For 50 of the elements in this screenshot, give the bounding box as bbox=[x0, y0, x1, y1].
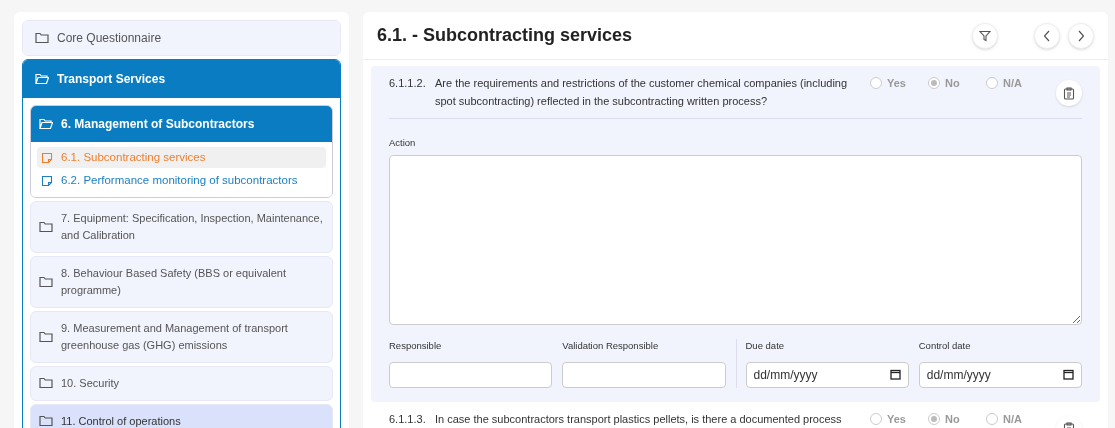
sidebar-item[interactable]: 9. Measurement and Management of transport greenhouse gas (GHG) emissions bbox=[30, 310, 333, 363]
date-field[interactable]: dd/mm/yyyy bbox=[918, 361, 1082, 388]
sidebar-item[interactable]: 7. Equipment: Specification, Inspection, Maintenance, and Calibration bbox=[30, 200, 333, 253]
folder-icon bbox=[39, 377, 53, 389]
folder-icon bbox=[35, 32, 49, 44]
question-text: In case the subcontractors transport plastics pellets, is there a documented process bbox=[435, 411, 843, 427]
text-field[interactable] bbox=[389, 361, 553, 388]
sidebar-item[interactable]: 6. Management of Subcontractors bbox=[31, 106, 332, 142]
question-text: Are the requirements and restrictions of the customer chemical companies (including spot subcontracting) reflected in the subcontracting written process? bbox=[435, 76, 849, 109]
page-icon bbox=[41, 151, 53, 164]
sidebar-item[interactable]: Core Questionnaire bbox=[23, 21, 340, 55]
page-title: 6.1. - Subcontracting services bbox=[377, 24, 633, 47]
field-label: Due date bbox=[745, 339, 786, 354]
calendar-icon bbox=[1063, 368, 1074, 380]
field-label: Responsible bbox=[389, 339, 443, 354]
text-field[interactable] bbox=[562, 361, 726, 388]
sidebar-link[interactable]: 6.1. Subcontracting services bbox=[37, 147, 326, 169]
date-field[interactable]: dd/mm/yyyy bbox=[745, 361, 909, 388]
open-folder-icon bbox=[39, 118, 53, 130]
folder-icon bbox=[39, 415, 53, 427]
folder-icon bbox=[39, 330, 53, 343]
field-label: Validation Responsible bbox=[562, 339, 660, 354]
previous-button[interactable] bbox=[1034, 22, 1060, 49]
chevron-right-icon bbox=[1077, 29, 1085, 42]
folder-icon bbox=[39, 220, 53, 233]
question-number: 6.1.1.2. bbox=[389, 76, 427, 91]
radio-option[interactable]: Yes bbox=[870, 75, 928, 92]
sidebar-item[interactable]: 11. Control of operations bbox=[30, 403, 333, 428]
page-icon bbox=[41, 174, 53, 187]
sidebar-item[interactable]: 8. Behaviour Based Safety (BBS or equivalent programme) bbox=[30, 255, 333, 308]
calendar-icon bbox=[889, 368, 901, 380]
folder-icon bbox=[39, 275, 53, 288]
radio-option[interactable]: No bbox=[928, 75, 986, 92]
next-button[interactable] bbox=[1068, 22, 1094, 49]
sidebar-item[interactable]: 10. Security bbox=[30, 365, 333, 401]
radio-option[interactable]: Yes bbox=[870, 410, 928, 427]
filter-icon bbox=[979, 29, 991, 42]
radio-option[interactable]: N/A bbox=[986, 75, 1044, 92]
open-folder-icon bbox=[35, 73, 49, 85]
field-label: Control date bbox=[918, 339, 972, 354]
radio-option[interactable]: No bbox=[928, 410, 986, 427]
question-number: 6.1.1.3. bbox=[389, 411, 427, 427]
radio-option[interactable]: N/A bbox=[986, 410, 1044, 427]
clipboard-button[interactable] bbox=[1056, 80, 1082, 106]
filter-button[interactable] bbox=[972, 22, 998, 49]
field-label: Action bbox=[389, 136, 416, 150]
clipboard-icon bbox=[1063, 86, 1075, 100]
sidebar-item[interactable]: Transport Services bbox=[23, 60, 340, 98]
sidebar-link[interactable]: 6.2. Performance monitoring of subcontractors bbox=[37, 170, 326, 192]
chevron-left-icon bbox=[1043, 29, 1051, 42]
